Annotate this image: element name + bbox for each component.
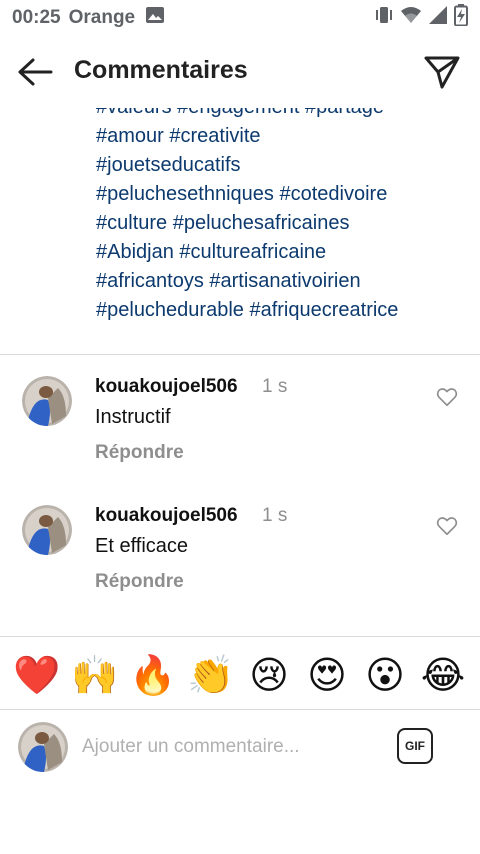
composer-divider	[0, 709, 480, 710]
comment-time: 1 s	[262, 376, 288, 397]
reply-button[interactable]: Répondre	[95, 442, 184, 464]
gif-label: GIF	[405, 739, 425, 753]
reaction-crying[interactable]: 😢	[242, 650, 296, 700]
header: Commentaires	[0, 36, 480, 108]
back-button[interactable]	[16, 54, 54, 90]
comment-username[interactable]: kouakoujoel506	[95, 505, 238, 527]
comment-time: 1 s	[262, 505, 288, 526]
hashtag-line[interactable]: #valeurs #engagement #partage	[96, 108, 466, 122]
share-button[interactable]	[422, 52, 462, 92]
comment-item: kouakoujoel506 1 s Instructif Répondre	[0, 376, 480, 486]
hashtag-line[interactable]: #jouetseducatifs	[96, 151, 466, 180]
vibrate-icon	[374, 5, 394, 31]
reactions-divider	[0, 636, 480, 637]
reaction-laughing[interactable]: 😂	[416, 650, 470, 700]
caption-divider	[0, 354, 480, 355]
hashtag-line[interactable]: #peluchesethniques #cotedivoire	[96, 180, 466, 209]
hashtag-line[interactable]: #peluchedurable #afriquecreatrice	[96, 296, 466, 325]
post-caption: #valeurs #engagement #partage #amour #cr…	[0, 108, 480, 353]
hashtag-line[interactable]: #africantoys #artisanativoirien	[96, 267, 466, 296]
reaction-heart-eyes[interactable]: 😍	[300, 650, 354, 700]
page-title: Commentaires	[74, 56, 248, 84]
reaction-raising-hands[interactable]: 🙌	[68, 650, 122, 700]
comment-username[interactable]: kouakoujoel506	[95, 376, 238, 398]
comment-item: kouakoujoel506 1 s Et efficace Répondre	[0, 505, 480, 615]
reply-button[interactable]: Répondre	[95, 571, 184, 593]
reaction-fire[interactable]: 🔥	[126, 650, 180, 700]
status-time: 00:25	[12, 7, 61, 28]
comment-text: Instructif	[95, 406, 171, 428]
comment-input[interactable]	[82, 732, 382, 762]
signal-icon	[428, 5, 448, 31]
status-carrier: Orange	[68, 7, 136, 28]
hashtag-line[interactable]: #culture #peluchesafricaines	[96, 209, 466, 238]
status-bar: 00:25 Orange	[0, 0, 480, 36]
wifi-icon	[400, 5, 422, 31]
avatar	[18, 722, 68, 772]
reaction-heart[interactable]: ❤️	[10, 650, 64, 700]
hashtag-line[interactable]: #Abidjan #cultureafricaine	[96, 238, 466, 267]
reaction-clapping[interactable]: 👏	[184, 650, 238, 700]
quick-reactions-bar: ❤️ 🙌 🔥 👏 😢 😍 😮 😂	[0, 645, 480, 705]
heart-icon	[436, 388, 458, 407]
comment-composer: GIF	[0, 714, 480, 784]
heart-icon	[436, 517, 458, 536]
like-button[interactable]	[436, 386, 458, 408]
comment-text: Et efficace	[95, 535, 189, 557]
hashtag-line[interactable]: #amour #creativite	[96, 122, 466, 151]
send-icon	[424, 56, 460, 89]
like-button[interactable]	[436, 515, 458, 537]
image-icon	[145, 6, 165, 30]
arrow-left-icon	[18, 58, 53, 86]
avatar[interactable]	[22, 505, 72, 555]
reaction-surprised[interactable]: 😮	[358, 650, 412, 700]
avatar[interactable]	[22, 376, 72, 426]
gif-button[interactable]: GIF	[397, 728, 433, 764]
battery-icon	[454, 4, 468, 32]
